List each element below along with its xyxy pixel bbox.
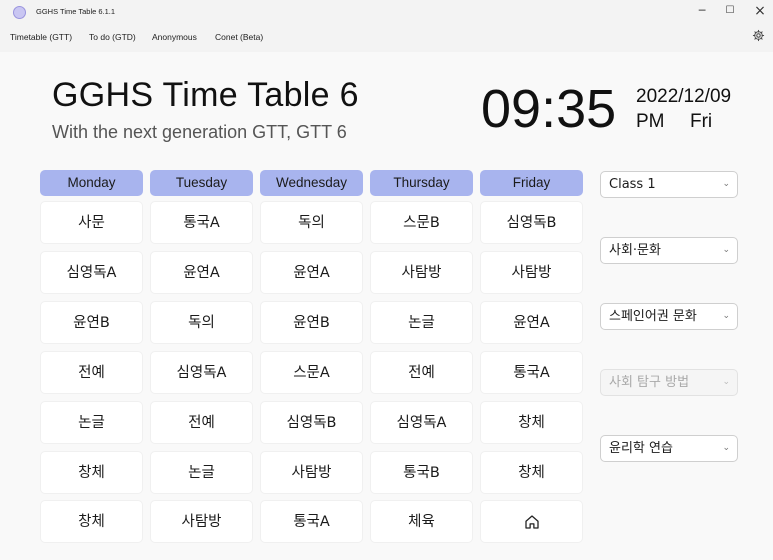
timetable-cell[interactable]: 심영독A	[150, 351, 253, 394]
timetable-cell[interactable]: 심영독A	[370, 401, 473, 444]
subject-select-2[interactable]: 스페인어권 문화 ⌄	[600, 303, 738, 330]
day-header-wednesday: Wednesday	[260, 170, 363, 196]
timetable-cell[interactable]: 윤연A	[150, 251, 253, 294]
timetable-cell[interactable]: 창체	[480, 401, 583, 444]
menu-item-timetable[interactable]: Timetable (GTT)	[10, 32, 72, 42]
home-button[interactable]	[480, 500, 583, 543]
subject-select-3: 사회 탐구 방법 ⌄	[600, 369, 738, 396]
day-header-friday: Friday	[480, 170, 583, 196]
timetable-cell[interactable]: 논글	[150, 451, 253, 494]
timetable-cell[interactable]: 창체	[40, 500, 143, 543]
menu-item-conet[interactable]: Conet (Beta)	[215, 32, 263, 42]
day-header-monday: Monday	[40, 170, 143, 196]
clock-time: 09:35	[481, 79, 617, 139]
timetable-cell[interactable]: 사문	[40, 201, 143, 244]
chevron-down-icon: ⌄	[722, 245, 730, 255]
window-title: GGHS Time Table 6.1.1	[36, 7, 116, 16]
clock-ampm: PM	[636, 111, 665, 132]
subject-select-3-value: 사회 탐구 방법	[609, 375, 690, 390]
timetable-cell[interactable]: 통국B	[370, 451, 473, 494]
class-select[interactable]: Class 1 ⌄	[600, 171, 738, 198]
timetable-cell[interactable]: 창체	[40, 451, 143, 494]
subject-select-4-value: 윤리학 연습	[609, 441, 673, 456]
clock-date: 2022/12/09	[636, 86, 732, 107]
timetable-cell[interactable]: 사탐방	[370, 251, 473, 294]
subject-select-2-value: 스페인어권 문화	[609, 309, 697, 324]
timetable-cell[interactable]: 전예	[370, 351, 473, 394]
day-header-tuesday: Tuesday	[150, 170, 253, 196]
timetable-cell[interactable]: 윤연B	[40, 301, 143, 344]
subject-select-4[interactable]: 윤리학 연습 ⌄	[600, 435, 738, 462]
timetable-cell[interactable]: 전예	[150, 401, 253, 444]
timetable-cell[interactable]: 체육	[370, 500, 473, 543]
timetable-cell[interactable]: 스문B	[370, 201, 473, 244]
subject-select-1-value: 사회·문화	[609, 243, 661, 258]
timetable-cell[interactable]: 독의	[260, 201, 363, 244]
menu-bar: Timetable (GTT) To do (GTD) Anonymous Co…	[0, 28, 773, 48]
app-icon	[13, 6, 26, 19]
minimize-button[interactable]: ─	[687, 0, 717, 22]
timetable-cell[interactable]: 윤연A	[260, 251, 363, 294]
timetable-cell[interactable]: 통국A	[150, 201, 253, 244]
clock-weekday: Fri	[690, 111, 713, 132]
chevron-down-icon: ⌄	[722, 377, 730, 387]
timetable-cell[interactable]: 독의	[150, 301, 253, 344]
chevron-down-icon: ⌄	[722, 179, 730, 189]
maximize-button[interactable]: ☐	[715, 0, 745, 22]
close-button[interactable]: ×	[745, 0, 773, 22]
chevron-down-icon: ⌄	[722, 443, 730, 453]
timetable-cell[interactable]: 심영독B	[260, 401, 363, 444]
timetable-cell[interactable]: 창체	[480, 451, 583, 494]
chevron-down-icon: ⌄	[722, 311, 730, 321]
title-bar: GGHS Time Table 6.1.1 ─ ☐ ×	[0, 0, 773, 26]
gear-icon[interactable]	[752, 29, 765, 42]
timetable-cell[interactable]: 사탐방	[260, 451, 363, 494]
timetable-cell[interactable]: 전예	[40, 351, 143, 394]
timetable-cell[interactable]: 심영독A	[40, 251, 143, 294]
menu-item-anonymous[interactable]: Anonymous	[152, 32, 197, 42]
subject-select-1[interactable]: 사회·문화 ⌄	[600, 237, 738, 264]
home-icon	[524, 515, 539, 529]
menu-item-todo[interactable]: To do (GTD)	[89, 32, 136, 42]
day-header-thursday: Thursday	[370, 170, 473, 196]
page-subtitle: With the next generation GTT, GTT 6	[52, 122, 347, 142]
timetable-cell[interactable]: 스문A	[260, 351, 363, 394]
timetable-cell[interactable]: 사탐방	[150, 500, 253, 543]
timetable-cell[interactable]: 논글	[40, 401, 143, 444]
timetable-cell[interactable]: 윤연A	[480, 301, 583, 344]
timetable-cell[interactable]: 통국A	[260, 500, 363, 543]
timetable-cell[interactable]: 통국A	[480, 351, 583, 394]
timetable-cell[interactable]: 심영독B	[480, 201, 583, 244]
timetable-cell[interactable]: 윤연B	[260, 301, 363, 344]
timetable-cell[interactable]: 논글	[370, 301, 473, 344]
timetable-cell[interactable]: 사탐방	[480, 251, 583, 294]
page-title: GGHS Time Table 6	[52, 76, 359, 114]
class-select-value: Class 1	[609, 177, 656, 192]
